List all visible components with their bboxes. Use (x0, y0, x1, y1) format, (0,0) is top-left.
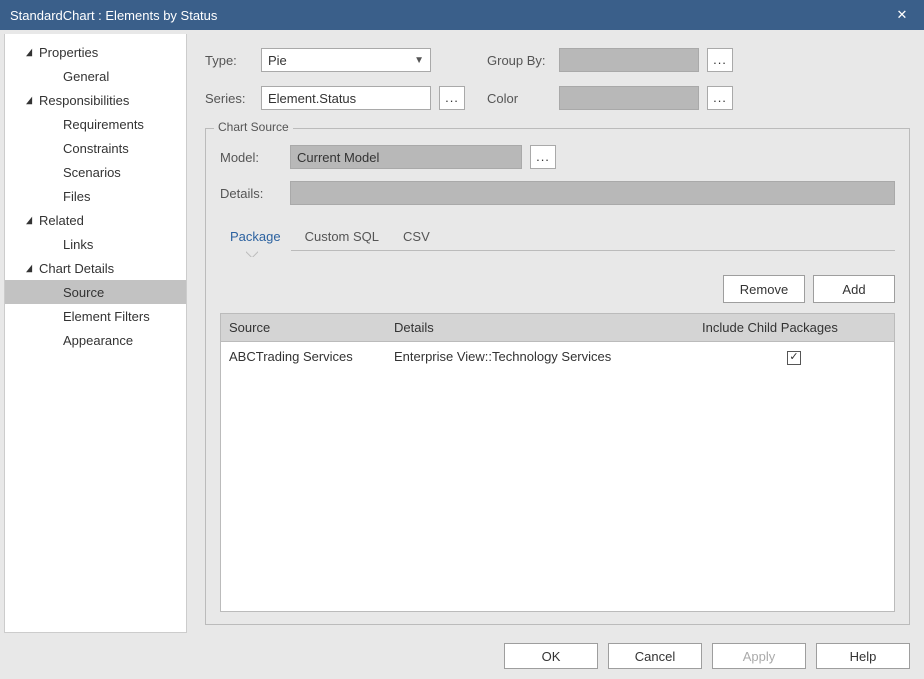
fieldset-legend: Chart Source (214, 120, 293, 134)
details-field[interactable] (290, 181, 895, 205)
series-input[interactable]: Element.Status (261, 86, 431, 110)
cell-details: Enterprise View::Technology Services (386, 349, 694, 364)
close-button[interactable]: ✕ (880, 0, 924, 30)
nav-item-files[interactable]: Files (5, 184, 186, 208)
tab-package[interactable]: Package (226, 223, 285, 250)
details-label: Details: (220, 186, 290, 201)
nav-label: Scenarios (63, 165, 121, 180)
table-row[interactable]: ABCTrading ServicesEnterprise View::Tech… (221, 342, 894, 372)
expand-icon: ◢ (26, 215, 34, 226)
nav-label: Related (39, 213, 84, 228)
table-header: Source Details Include Child Packages (221, 314, 894, 342)
nav-label: Appearance (63, 333, 133, 348)
nav-item-properties[interactable]: ◢ Properties (5, 40, 186, 64)
col-source[interactable]: Source (221, 320, 386, 335)
series-value: Element.Status (268, 91, 356, 106)
nav-item-chart-details[interactable]: ◢ Chart Details (5, 256, 186, 280)
nav-label: Constraints (63, 141, 129, 156)
remove-button[interactable]: Remove (723, 275, 805, 303)
nav-label: Responsibilities (39, 93, 129, 108)
expand-icon: ◢ (26, 263, 34, 274)
expand-icon: ◢ (26, 47, 34, 58)
nav-item-related[interactable]: ◢ Related (5, 208, 186, 232)
row-series-color: Series: Element.Status ... Color ... (205, 86, 910, 110)
cell-source: ABCTrading Services (221, 349, 386, 364)
type-label: Type: (205, 53, 261, 68)
series-browse-button[interactable]: ... (439, 86, 465, 110)
groupby-field[interactable] (559, 48, 699, 72)
nav-label: Chart Details (39, 261, 114, 276)
nav-item-scenarios[interactable]: Scenarios (5, 160, 186, 184)
groupby-browse-button[interactable]: ... (707, 48, 733, 72)
help-button[interactable]: Help (816, 643, 910, 669)
model-label: Model: (220, 150, 290, 165)
model-field[interactable]: Current Model (290, 145, 522, 169)
source-tabs: Package Custom SQL CSV (220, 223, 895, 251)
groupby-label: Group By: (487, 53, 559, 68)
nav-label: General (63, 69, 109, 84)
color-browse-button[interactable]: ... (707, 86, 733, 110)
content-pane: Type: Pie ▼ Group By: ... Series: Elemen… (187, 30, 924, 633)
col-include[interactable]: Include Child Packages (694, 320, 894, 335)
window-title: StandardChart : Elements by Status (10, 8, 217, 23)
table-buttons: Remove Add (220, 275, 895, 303)
nav-item-element-filters[interactable]: Element Filters (5, 304, 186, 328)
row-details: Details: (220, 181, 895, 205)
sources-table: Source Details Include Child Packages AB… (220, 313, 895, 612)
nav-item-general[interactable]: General (5, 64, 186, 88)
cancel-button[interactable]: Cancel (608, 643, 702, 669)
nav-label: Source (63, 285, 104, 300)
nav-label: Element Filters (63, 309, 150, 324)
type-value: Pie (268, 53, 287, 68)
color-field[interactable] (559, 86, 699, 110)
row-type-groupby: Type: Pie ▼ Group By: ... (205, 48, 910, 72)
expand-icon: ◢ (26, 95, 34, 106)
title-bar: StandardChart : Elements by Status ✕ (0, 0, 924, 30)
apply-button[interactable]: Apply (712, 643, 806, 669)
nav-label: Requirements (63, 117, 144, 132)
include-checkbox[interactable]: ✓ (787, 351, 801, 365)
chevron-down-icon: ▼ (414, 55, 424, 66)
nav-label: Files (63, 189, 90, 204)
row-model: Model: Current Model ... (220, 145, 895, 169)
type-dropdown[interactable]: Pie ▼ (261, 48, 431, 72)
close-icon: ✕ (897, 7, 908, 23)
tab-custom-sql[interactable]: Custom SQL (301, 223, 383, 250)
nav-label: Properties (39, 45, 98, 60)
main-area: ◢ Properties General ◢ Responsibilities Requi… (0, 30, 924, 633)
nav-item-appearance[interactable]: Appearance (5, 328, 186, 352)
model-value: Current Model (297, 150, 379, 165)
table-body: ABCTrading ServicesEnterprise View::Tech… (221, 342, 894, 372)
nav-sidebar: ◢ Properties General ◢ Responsibilities Requi… (4, 34, 187, 633)
color-label: Color (487, 91, 559, 106)
model-browse-button[interactable]: ... (530, 145, 556, 169)
nav-item-source[interactable]: Source (5, 280, 186, 304)
nav-item-responsibilities[interactable]: ◢ Responsibilities (5, 88, 186, 112)
nav-item-requirements[interactable]: Requirements (5, 112, 186, 136)
nav-item-links[interactable]: Links (5, 232, 186, 256)
add-button[interactable]: Add (813, 275, 895, 303)
cell-include: ✓ (694, 348, 894, 365)
dialog-footer: OK Cancel Apply Help (0, 633, 924, 679)
tab-indicator (246, 250, 258, 257)
series-label: Series: (205, 91, 261, 106)
tab-csv[interactable]: CSV (399, 223, 434, 250)
chart-source-fieldset: Chart Source Model: Current Model ... De… (205, 128, 910, 625)
ok-button[interactable]: OK (504, 643, 598, 669)
nav-label: Links (63, 237, 93, 252)
nav-item-constraints[interactable]: Constraints (5, 136, 186, 160)
col-details[interactable]: Details (386, 320, 694, 335)
